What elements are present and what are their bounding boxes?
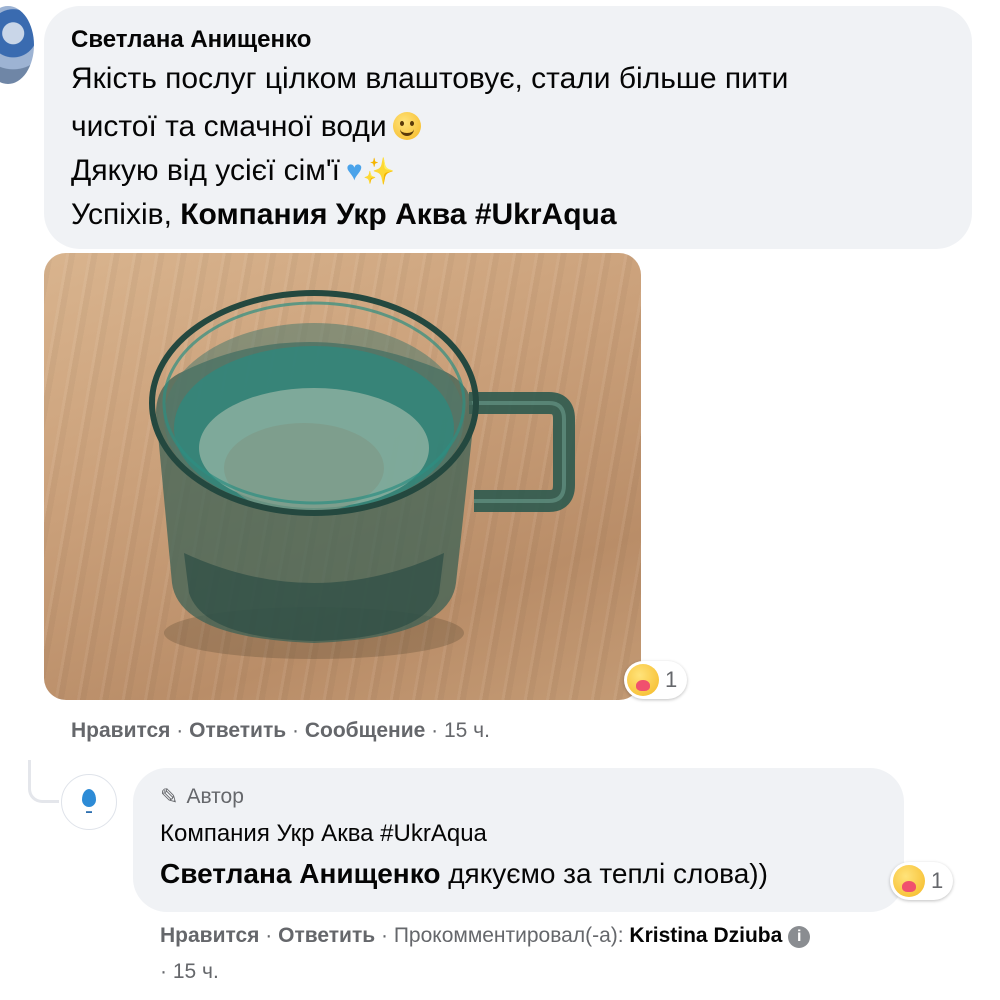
reply-reply-link[interactable]: Ответить [278, 924, 375, 947]
reply-text: Светлана Анищенко дякуємо за теплі слова… [160, 858, 768, 889]
comment-photo[interactable] [44, 253, 641, 700]
like-link[interactable]: Нравится [71, 719, 170, 742]
company-avatar[interactable]: ▬ [61, 774, 117, 830]
comment-author[interactable]: Светлана Анищенко [71, 26, 311, 54]
care-reaction-icon [627, 664, 659, 696]
reply-link[interactable]: Ответить [189, 719, 286, 742]
company-mention-link[interactable]: Компания Укр Аква #UkrAqua [180, 198, 616, 231]
reaction-count: 1 [665, 667, 678, 692]
commenter-avatar[interactable] [0, 6, 34, 84]
author-badge-label: Автор [186, 785, 244, 808]
message-link[interactable]: Сообщение [305, 719, 425, 742]
comment-actions: Нравится · Ответить · Сообщение · 15 ч. [71, 719, 490, 742]
blue-heart-emoji-icon: ♥ [345, 155, 363, 186]
comment-text-line-1: Якість послуг цілком влаштовує, стали бі… [71, 62, 789, 95]
commented-by-label: Прокомментировал(-а): [393, 924, 630, 947]
reply-author[interactable]: Компания Укр Аква #UkrAqua [160, 820, 487, 848]
reply-actions: Нравится · Ответить · Прокомментировал(-… [160, 924, 811, 948]
reply-like-link[interactable]: Нравится [160, 924, 259, 947]
pencil-icon: ✎ [160, 784, 179, 809]
reply-mention-link[interactable]: Светлана Анищенко [160, 858, 440, 889]
avatar-logo-mark: ▬ [86, 809, 92, 815]
comment-text-line-3: Дякую від усієї сім'ї ♥✨ [71, 154, 395, 187]
sparkles-emoji-icon: ✨ [362, 156, 395, 186]
info-icon[interactable]: i [788, 926, 811, 948]
smile-emoji-icon [392, 112, 421, 140]
water-drop-icon [82, 789, 96, 807]
comment-text-line-4: Успіхів, Компания Укр Аква #UkrAqua [71, 198, 617, 231]
reply-timestamp[interactable]: · 15 ч. [160, 960, 219, 984]
timestamp-link[interactable]: 15 ч. [444, 719, 490, 742]
comment-reaction-chip[interactable]: 1 [624, 661, 688, 699]
reply-thread-line [28, 760, 59, 803]
author-badge: ✎ Автор [160, 784, 244, 810]
commenter-name-link[interactable]: Kristina Dziuba [629, 924, 782, 947]
reply-reaction-count: 1 [931, 868, 944, 893]
comment-text-line-2: чистої та смачної води [71, 110, 421, 144]
reaction-summary[interactable]: 1 [624, 661, 688, 699]
reply-reaction-summary[interactable]: 1 [890, 862, 954, 900]
care-reaction-icon [893, 865, 925, 897]
reply-reaction-chip[interactable]: 1 [890, 862, 954, 900]
green-glass-mug-image [149, 290, 575, 659]
